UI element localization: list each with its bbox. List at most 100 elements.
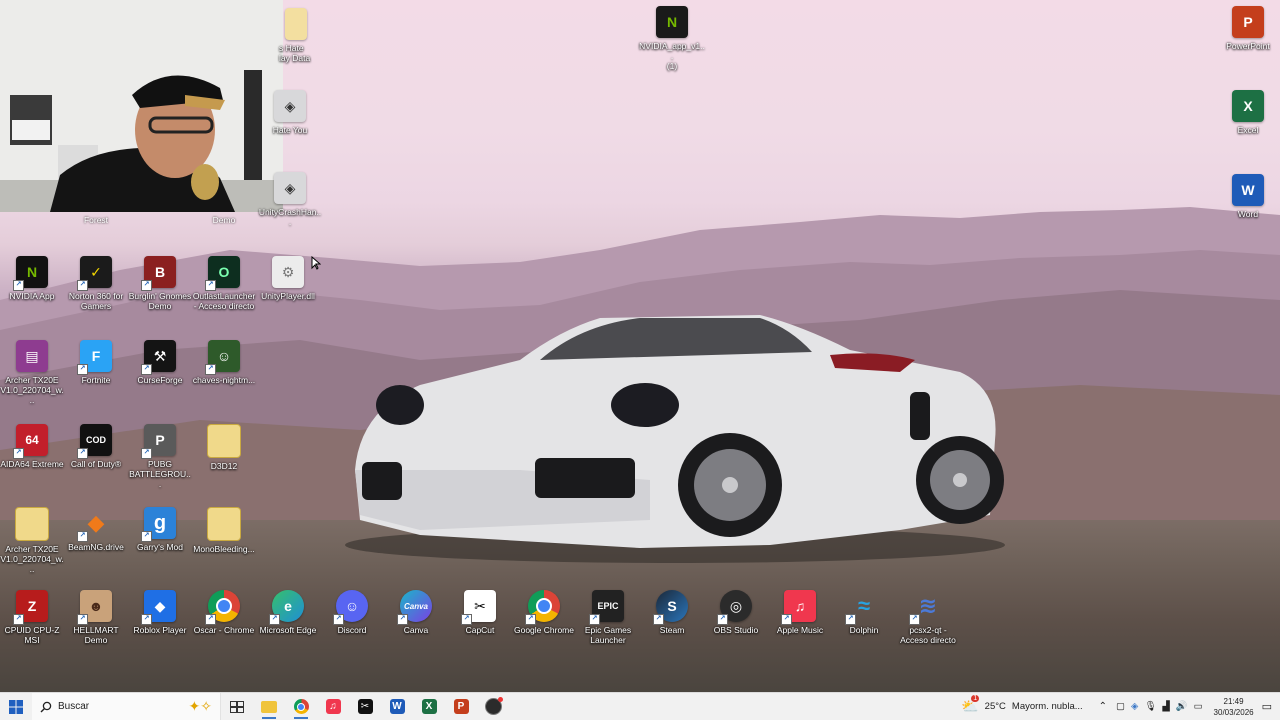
capcut-icon: ✂ — [357, 699, 373, 714]
desktop-icon-roblox[interactable]: ◆ ↗ Roblox Player — [128, 590, 192, 635]
desktop-icon-burglin-gnomes[interactable]: B ↗ Burglin' Gnomes Demo — [128, 256, 192, 311]
file-icon — [285, 8, 307, 40]
desktop-icon-powerpoint[interactable]: P PowerPoint — [1216, 6, 1280, 51]
mouse-cursor-icon — [311, 256, 321, 270]
task-view-button[interactable] — [221, 693, 253, 720]
task-view-icon — [230, 700, 244, 713]
obs-icon: ◎ ↗ — [717, 590, 752, 625]
desktop-icon-pubg[interactable]: P ↗ PUBG BATTLEGROU... — [128, 424, 192, 489]
desktop-icon-garrys-mod[interactable]: g ↗ Garry's Mod — [128, 507, 192, 552]
taskbar-word[interactable]: W — [381, 693, 413, 720]
taskbar-apple-music[interactable]: ♫ — [317, 693, 349, 720]
desktop-icon-capcut[interactable]: ✂ ↗ CapCut — [448, 590, 512, 635]
microphone-icon[interactable]: 🎙 — [1144, 701, 1156, 712]
copilot-sparkle-icon: ✦✧ — [188, 698, 212, 714]
taskbar-chrome[interactable] — [285, 693, 317, 720]
weather-alert-badge: 1 — [971, 695, 980, 702]
desktop-icon-partial-hate-data[interactable]: s Hate lay Data — [265, 8, 329, 63]
desktop-icon-word[interactable]: W Word — [1216, 174, 1280, 219]
taskbar-capcut[interactable]: ✂ — [349, 693, 381, 720]
garrys-mod-icon: g ↗ — [141, 507, 176, 542]
system-tray: ⛅ 1 25°C Mayorm. nubla... ⌃ ▢ ◈ 🎙 ▟ 🔊 ▭ … — [961, 693, 1280, 720]
desktop-icon-nvidia-app-installer[interactable]: N NVIDIA_app_v1... (1) — [638, 6, 706, 71]
steam-icon: S ↗ — [653, 590, 688, 625]
network-icon[interactable]: ▟ — [1162, 701, 1169, 712]
desktop-icon-monobleeding-folder[interactable]: MonoBleeding... — [192, 507, 256, 554]
search-placeholder: Buscar — [58, 701, 90, 712]
taskbar: Buscar ✦✧ ♫ ✂ W X P ⛅ 1 25°C Mayorm. nub… — [0, 692, 1280, 720]
desktop-icon-fortnite[interactable]: F ↗ Fortnite — [64, 340, 128, 385]
desktop-icon-edge[interactable]: e ↗ Microsoft Edge — [256, 590, 320, 635]
folder-icon — [261, 700, 277, 713]
windows-icon — [9, 699, 23, 714]
chevron-up-icon[interactable]: ⌃ — [1099, 701, 1107, 712]
desktop-icon-dolphin[interactable]: ≈ ↗ Dolphin — [832, 590, 896, 635]
weather-text: Mayorm. nubla... — [1011, 701, 1083, 712]
folder-icon — [207, 424, 241, 458]
word-icon: W — [1232, 174, 1264, 206]
desktop-icon-curseforge[interactable]: ⚒ ↗ CurseForge — [128, 340, 192, 385]
beamng-icon: ◆ ↗ — [77, 507, 112, 542]
desktop-icon-call-of-duty[interactable]: COD ↗ Call of Duty® — [64, 424, 128, 469]
excel-icon: X — [1232, 90, 1264, 122]
partial-label-forest: Forest — [83, 215, 109, 225]
desktop-icon-discord[interactable]: ☺ ↗ Discord — [320, 590, 384, 635]
desktop-icon-aida64[interactable]: 64 ↗ AIDA64 Extreme — [0, 424, 64, 469]
desktop-icon-archer-folder[interactable]: Archer TX20E V1.0_220704_w... — [0, 507, 64, 574]
desktop-icon-partial-hate-you[interactable]: ◈ Hate You — [258, 90, 322, 135]
epic-games-icon: EPIC ↗ — [589, 590, 624, 625]
desktop-icon-outlast-launcher[interactable]: O ↗ OutlastLauncher - Acceso directo — [192, 256, 256, 311]
roblox-icon: ◆ ↗ — [141, 590, 176, 625]
desktop-icon-beamng[interactable]: ◆ ↗ BeamNG.drive — [64, 507, 128, 552]
desktop-icon-archer-rar[interactable]: ▤ Archer TX20E V1.0_220704_w... — [0, 340, 64, 405]
powerpoint-icon: P — [1232, 6, 1264, 38]
desktop-icon-excel[interactable]: X Excel — [1216, 90, 1280, 135]
clock[interactable]: 21:49 30/03/2026 — [1214, 696, 1254, 718]
nvidia-icon: N — [656, 6, 688, 38]
desktop-icon-pcsx2[interactable]: ≋ ↗ pcsx2-qt - Acceso directo — [896, 590, 960, 645]
fortnite-icon: F ↗ — [77, 340, 112, 375]
cpuz-icon: Z ↗ — [13, 590, 48, 625]
desktop-icon-canva[interactable]: Canva ↗ Canva — [384, 590, 448, 635]
notification-icon[interactable]: ▭ — [1262, 700, 1272, 713]
dolphin-icon: ≈ ↗ — [845, 590, 880, 625]
search-icon — [40, 701, 52, 712]
desktop-icon-google-chrome[interactable]: ↗ Google Chrome — [512, 590, 576, 635]
word-icon: W — [389, 699, 405, 714]
winrar-icon: ▤ — [16, 340, 48, 372]
desktop-icon-epic-games[interactable]: EPIC ↗ Epic Games Launcher — [576, 590, 640, 645]
apple-music-icon: ♫ ↗ — [781, 590, 816, 625]
taskbar-powerpoint[interactable]: P — [445, 693, 477, 720]
taskbar-file-explorer[interactable] — [253, 693, 285, 720]
desktop-icon-partial-crash-handler[interactable]: ◈ UnityCrashHan... — [258, 172, 322, 227]
desktop-icon-chaves-nightmare[interactable]: ☺ ↗ chaves-nightm... — [192, 340, 256, 385]
taskbar-excel[interactable]: X — [413, 693, 445, 720]
chrome-icon: ↗ — [205, 590, 240, 625]
curseforge-icon: ⚒ ↗ — [141, 340, 176, 375]
weather-widget[interactable]: ⛅ 1 25°C Mayorm. nubla... — [961, 695, 1083, 715]
desktop-icon-hellmart[interactable]: ☻ ↗ HELLMART Demo — [64, 590, 128, 645]
burglin-gnomes-icon: B ↗ — [141, 256, 176, 291]
desktop-icon-nvidia-app[interactable]: N ↗ NVIDIA App — [0, 256, 64, 301]
volume-icon[interactable]: 🔊 — [1176, 701, 1188, 712]
pcsx2-icon: ≋ ↗ — [909, 590, 944, 625]
desktop-icon-norton[interactable]: ✓ ↗ Norton 360 for Gamers — [64, 256, 128, 311]
outlast-icon: O ↗ — [205, 256, 240, 291]
tray-app-icon[interactable]: ▢ — [1116, 701, 1125, 712]
desktop-icon-oscar-chrome[interactable]: ↗ Oscar - Chrome — [192, 590, 256, 635]
desktop-icon-steam[interactable]: S ↗ Steam — [640, 590, 704, 635]
defender-icon[interactable]: ◈ — [1131, 701, 1138, 712]
edge-icon: e ↗ — [269, 590, 304, 625]
search-box[interactable]: Buscar ✦✧ — [32, 693, 221, 720]
desktop-icon-obs[interactable]: ◎ ↗ OBS Studio — [704, 590, 768, 635]
unity-icon: ◈ — [274, 172, 306, 204]
desktop-icon-apple-music[interactable]: ♫ ↗ Apple Music — [768, 590, 832, 635]
capcut-icon: ✂ ↗ — [461, 590, 496, 625]
norton-icon: ✓ ↗ — [77, 256, 112, 291]
desktop-icon-d3d12-folder[interactable]: D3D12 — [192, 424, 256, 471]
taskbar-obs[interactable] — [477, 693, 509, 720]
desktop-icon-cpuz[interactable]: Z ↗ CPUID CPU-Z MSI — [0, 590, 64, 645]
start-button[interactable] — [0, 693, 32, 720]
battery-icon[interactable]: ▭ — [1194, 701, 1203, 712]
nvidia-icon: N ↗ — [13, 256, 48, 291]
